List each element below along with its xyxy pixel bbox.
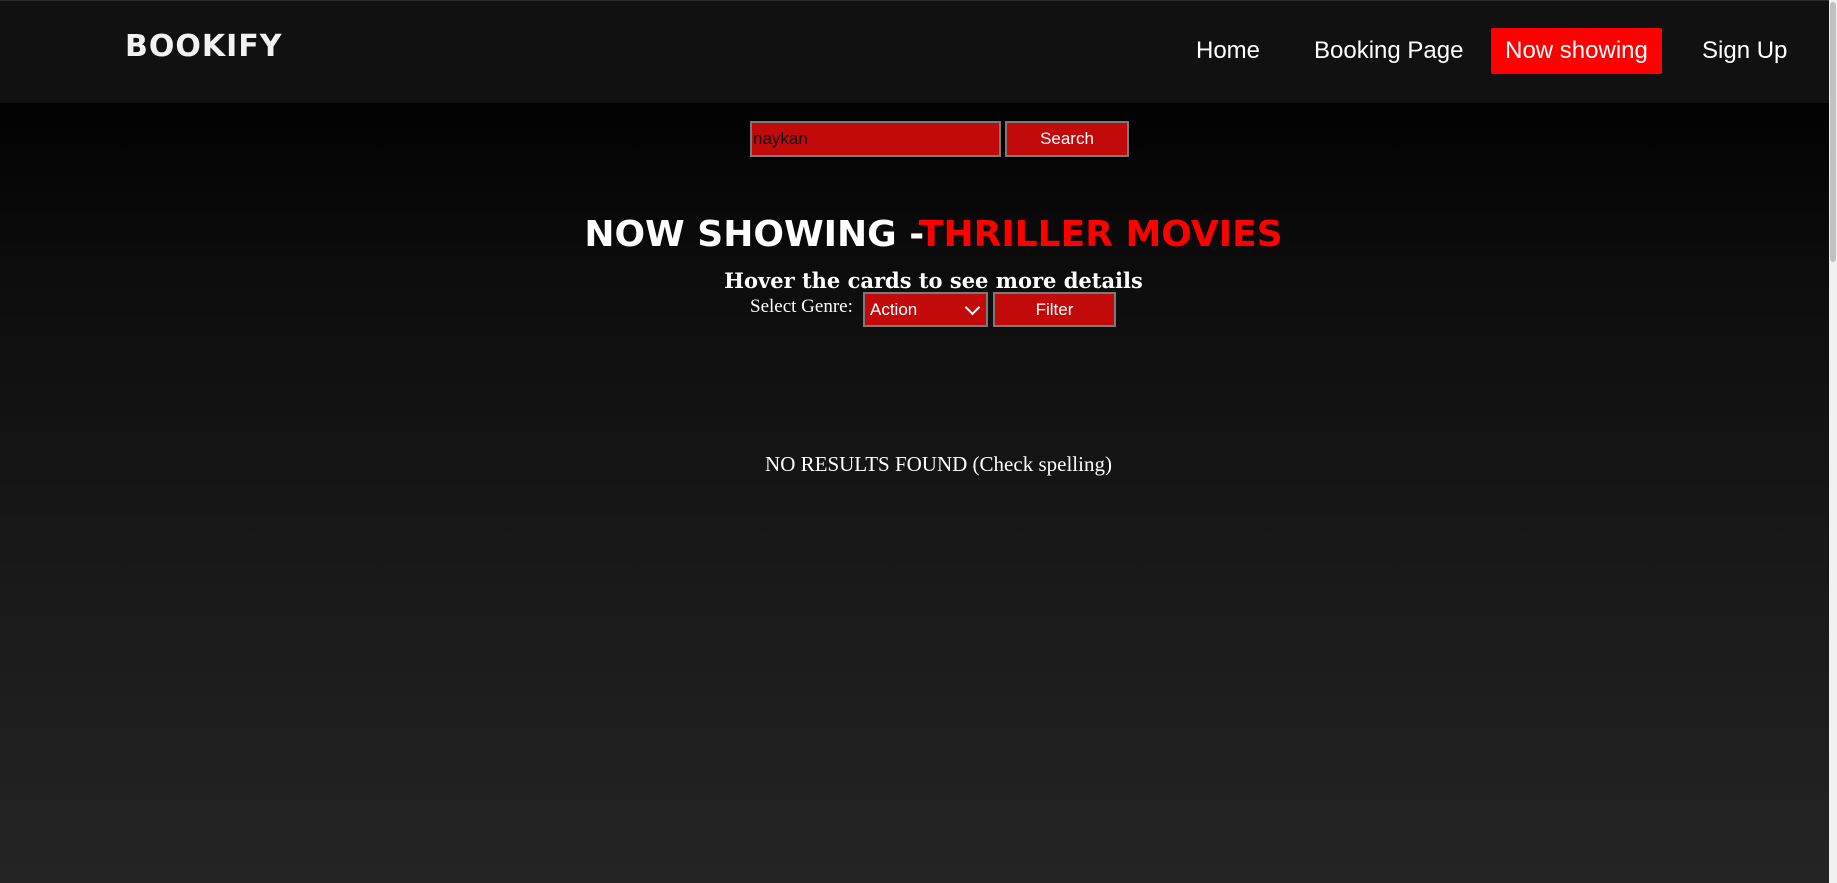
- genre-select[interactable]: Action: [863, 292, 988, 327]
- page-subtitle: Hover the cards to see more details: [724, 268, 1143, 293]
- brand-logo[interactable]: BOOKIFY: [125, 29, 283, 64]
- scrollbar-thumb[interactable]: [1830, 2, 1836, 262]
- search-input[interactable]: [750, 121, 1001, 157]
- navbar: BOOKIFY Home Booking Page Now showing Si…: [0, 0, 1837, 103]
- nav-home-link[interactable]: Home: [1180, 28, 1276, 74]
- no-results-message: NO RESULTS FOUND (Check spelling): [765, 452, 1112, 476]
- genre-label: Select Genre:: [750, 296, 853, 317]
- page: BOOKIFY Home Booking Page Now showing Si…: [0, 0, 1837, 883]
- page-title-prefix: NOW SHOWING -: [584, 214, 919, 255]
- nav-now-showing-link[interactable]: Now showing: [1491, 28, 1662, 74]
- page-scrollbar[interactable]: [1829, 0, 1837, 883]
- nav-sign-up-link[interactable]: Sign Up: [1686, 28, 1803, 74]
- page-title: NOW SHOWING -THRILLER MOVIES: [0, 214, 1837, 255]
- genre-select-value: Action: [870, 299, 918, 319]
- page-title-genre: THRILLER MOVIES: [918, 214, 1283, 255]
- chevron-down-icon: [964, 299, 981, 315]
- nav-booking-link[interactable]: Booking Page: [1298, 28, 1479, 74]
- filter-button[interactable]: Filter: [993, 292, 1116, 327]
- search-button[interactable]: Search: [1005, 121, 1129, 157]
